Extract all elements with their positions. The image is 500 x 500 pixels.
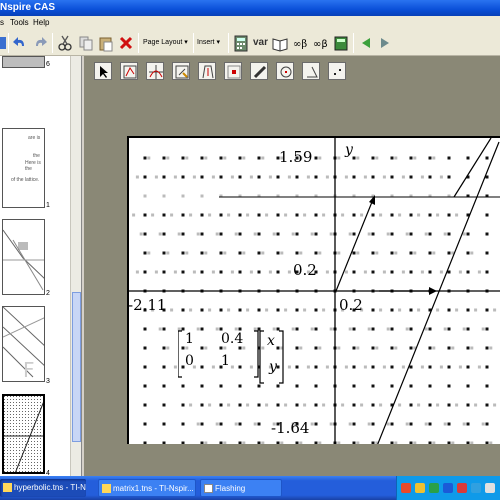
transformed-grid-line [377,141,500,444]
title-bar: Nspire CAS [0,0,500,16]
x-min-label: -2.11 [128,296,167,314]
menu-item-tools[interactable]: Tools [10,16,29,29]
pointer-tool-icon[interactable] [94,62,112,80]
task-matrix1[interactable]: matrix1.tns - TI-Nspir... [98,479,196,497]
geometry-toolbar [84,58,500,86]
insert-button[interactable]: Insert ▾ [197,34,225,52]
sorter-scrollbar[interactable] [70,56,81,476]
previous-page-icon[interactable] [359,34,373,52]
shapes-tool-icon[interactable] [276,62,294,80]
chevron-down-icon: ▾ [216,39,220,46]
tray-app-icon[interactable] [471,483,481,493]
window-zoom-tool-icon[interactable] [120,62,138,80]
delete-icon[interactable] [118,34,134,52]
svg-text:∞β: ∞β [293,39,307,50]
window-title: Nspire CAS [0,2,56,13]
tray-app-icon[interactable] [443,483,453,493]
menu-item-help[interactable]: Help [33,16,49,29]
page-sorter: 6 are is the Here is the of the lattice.… [0,56,82,476]
page-number: 1 [46,202,50,209]
lattice-points [132,156,497,444]
matrix-cell: 0.4 [221,331,244,347]
page-thumbnail-3[interactable]: F [2,306,45,382]
page-thumbnail-6[interactable] [2,56,45,68]
transformed-basis-vector [335,196,375,292]
tray-app-icon[interactable] [457,483,467,493]
trace-tool-icon[interactable] [198,62,216,80]
redo-icon[interactable] [32,34,48,52]
system-tray [396,476,500,500]
undo-icon[interactable] [12,34,28,52]
tray-app-icon[interactable] [485,483,495,493]
x-tick-label: 0.2 [339,296,363,314]
y-axis-label: y [345,142,353,158]
page-layout-label: Page Layout [143,39,183,46]
task-flashing[interactable]: Flashing [200,479,282,497]
symbols-icon[interactable]: ∞β [313,34,329,52]
y-max-label: 1.59 [279,148,313,166]
matrix-cell: 1 [221,353,230,369]
task-hyperbolic[interactable]: hyperbolic.tns - TI-Ns... [0,479,86,497]
page-number: 6 [46,61,50,68]
menu-item-view[interactable]: s [0,16,4,29]
line-tool-icon[interactable] [250,62,268,80]
copy-icon[interactable] [78,34,94,52]
transformed-grid-line [453,138,492,198]
cut-icon[interactable] [57,34,73,52]
graph-canvas[interactable]: 1.59 y 0.2 -2.11 0.2 -1.64 1 0.4 0 1 x y [127,136,500,444]
vector-entry-y: y [269,359,277,375]
svg-text:F: F [23,358,35,382]
next-page-icon[interactable] [378,34,392,52]
vector-entry-x: x [267,333,275,349]
vector-arrowhead [429,287,437,295]
page-thumbnail-2[interactable] [2,219,45,295]
transformation-tool-icon[interactable] [328,62,346,80]
taskbar: hyperbolic.tns - TI-Ns... matrix1.tns - … [0,476,500,500]
page-layout-button[interactable]: Page Layout ▾ [143,34,191,52]
toolbar: Page Layout ▾ Insert ▾ var ∞β ∞β [0,29,500,56]
document-icon [102,484,111,493]
y-min-label: -1.64 [271,419,310,437]
menu-bar: s Tools Help [0,16,500,29]
tray-app-icon[interactable] [429,483,439,493]
svg-text:∞β: ∞β [313,39,328,50]
page-thumbnail-1[interactable]: are is the Here is the of the lattice. [2,128,45,208]
measurement-tool-icon[interactable] [302,62,320,80]
window-icon [204,484,213,493]
point-tool-icon[interactable] [224,62,242,80]
catalog-book-icon[interactable] [272,34,288,52]
y-tick-label: 0.2 [293,261,317,279]
new-document-icon[interactable] [0,37,6,49]
matrix-cell: 1 [185,331,194,347]
tray-app-icon[interactable] [401,483,411,493]
page-thumbnail-4[interactable] [2,394,45,474]
matrix-cell: 0 [185,353,194,369]
paste-icon[interactable] [98,34,114,52]
calculator-icon[interactable] [233,34,249,52]
libraries-icon[interactable] [333,34,349,52]
variables-button[interactable]: var [253,34,270,52]
page-number: 2 [46,290,50,297]
document-icon [3,483,12,492]
page-number: 3 [46,378,50,385]
tray-app-icon[interactable] [415,483,425,493]
graph-type-tool-icon[interactable] [146,62,164,80]
insert-label: Insert [197,39,215,46]
math-templates-icon[interactable]: ∞β [293,34,309,52]
scrollbar-thumb[interactable] [72,292,81,442]
chevron-down-icon: ▾ [184,39,188,46]
actions-tool-icon[interactable] [172,62,190,80]
